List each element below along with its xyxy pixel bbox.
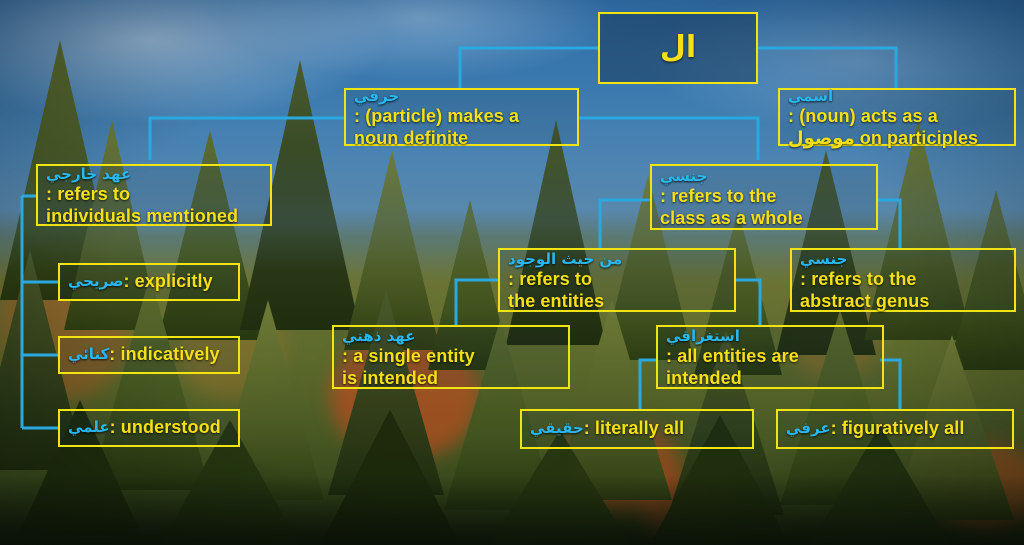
node-istighraqi-label-line2: intended [666,367,742,388]
node-urfi[interactable]: عرفي: figuratively all [776,409,1014,449]
node-kinai[interactable]: كنائي: indicatively [58,336,240,374]
node-istighraqi-label-line1: : all entities are [666,346,799,367]
node-ilmi[interactable]: علمي: understood [58,409,240,447]
node-urfi-label: : figuratively all [830,418,965,439]
node-sarihi-arabic: صريحي [68,272,124,291]
node-ahd-dhihni-label-line1: : a single entity [342,346,475,367]
node-root[interactable]: ال [598,12,758,84]
node-ismi-label-line1: : (noun) acts as a [788,106,938,127]
node-min-hayth-al-wujud-arabic: من حيث الوجود [508,250,623,269]
node-istighraqi-arabic: استغراقي [666,327,740,346]
node-harfi-label-line2: noun definite [354,127,469,148]
node-ismi-label-line2: موصول on participles [788,127,979,148]
node-ahd-khariji[interactable]: عهد خارجي: refers to individuals mention… [36,164,272,226]
node-haqiqi-arabic: حقيقي [530,419,584,438]
node-jinsi-abstract-arabic: جنسي [800,250,848,269]
node-jinsi-abstract-label-line2: abstract genus [800,290,930,311]
node-haqiqi-label: : literally all [583,418,685,439]
diagram-canvas: ال حرفي: (particle) makes a noun definit… [0,0,1024,545]
node-jinsi-abstract-label-line1: : refers to the [800,269,917,290]
node-sarihi[interactable]: صريحي: explicitly [58,263,240,301]
node-ismi-arabic: اسمي [788,87,834,106]
node-jinsi-abstract[interactable]: جنسي: refers to the abstract genus [790,248,1016,312]
node-kinai-arabic: كنائي [68,345,110,364]
node-sarihi-label: : explicitly [123,271,213,292]
node-istighraqi[interactable]: استغراقي: all entities are intended [656,325,884,389]
node-root-label: ال [659,31,697,65]
node-urfi-arabic: عرفي [786,419,831,438]
node-ahd-dhihni-label-line2: is intended [342,367,439,388]
node-min-hayth-al-wujud[interactable]: من حيث الوجود: refers to the entities [498,248,736,312]
node-harfi-label-line1: : (particle) makes a [354,106,520,127]
node-min-hayth-al-wujud-label-line1: : refers to [508,269,593,290]
node-ahd-dhihni[interactable]: عهد ذهني: a single entity is intended [332,325,570,389]
node-ismi[interactable]: اسمي: (noun) acts as a موصول on particip… [778,87,1016,148]
node-harfi-arabic: حرفي [354,87,400,106]
node-harfi[interactable]: حرفي: (particle) makes a noun definite [344,87,579,148]
node-ilmi-arabic: علمي [68,418,110,437]
node-jinsi-arabic: جنسي [660,167,708,186]
node-ahd-khariji-label-line1: : refers to [46,184,131,205]
node-jinsi[interactable]: جنسي: refers to the class as a whole [650,164,878,230]
node-ahd-khariji-label-line2: individuals mentioned [46,205,239,226]
node-min-hayth-al-wujud-label-line2: the entities [508,290,605,311]
node-ilmi-label: : understood [109,417,221,438]
node-ahd-dhihni-arabic: عهد ذهني [342,327,416,346]
node-ahd-khariji-arabic: عهد خارجي [46,165,132,184]
node-jinsi-label-line2: class as a whole [660,207,803,228]
node-jinsi-label-line1: : refers to the [660,186,777,207]
node-haqiqi[interactable]: حقيقي: literally all [520,409,754,449]
node-kinai-label: : indicatively [109,344,220,365]
